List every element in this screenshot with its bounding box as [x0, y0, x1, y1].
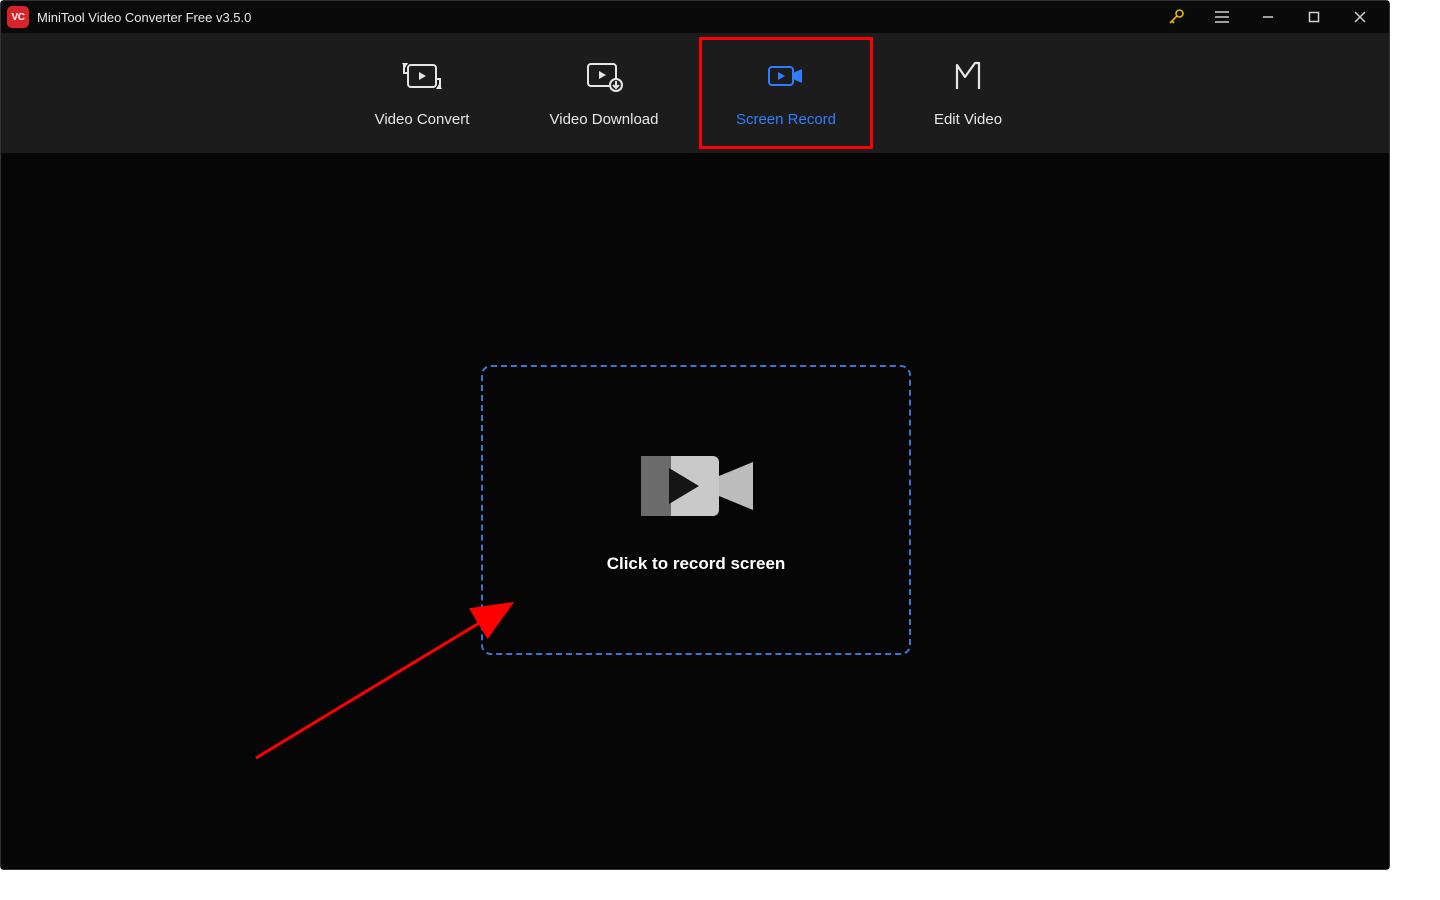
app-logo-text: VC	[12, 12, 25, 23]
record-cta-label: Click to record screen	[607, 554, 786, 574]
tab-label: Edit Video	[934, 111, 1002, 128]
maximize-icon	[1307, 10, 1321, 24]
record-icon	[766, 59, 806, 93]
menu-button[interactable]	[1199, 1, 1245, 33]
minimize-button[interactable]	[1245, 1, 1291, 33]
title-bar: VC MiniTool Video Converter Free v3.5.0	[1, 1, 1389, 33]
download-icon	[584, 59, 624, 93]
key-icon	[1166, 7, 1186, 27]
tab-edit-video[interactable]: Edit Video	[877, 33, 1059, 153]
close-button[interactable]	[1337, 1, 1383, 33]
camcorder-icon	[631, 446, 761, 526]
window-title: MiniTool Video Converter Free v3.5.0	[37, 10, 251, 25]
main-area: Click to record screen	[1, 153, 1389, 869]
tab-label: Video Download	[550, 111, 659, 128]
edit-icon	[951, 59, 985, 93]
license-key-button[interactable]	[1153, 1, 1199, 33]
tab-label: Video Convert	[375, 111, 470, 128]
hamburger-icon	[1213, 8, 1231, 26]
close-icon	[1353, 10, 1367, 24]
tab-screen-record[interactable]: Screen Record	[695, 33, 877, 153]
tab-video-download[interactable]: Video Download	[513, 33, 695, 153]
convert-icon	[402, 59, 442, 93]
tab-label: Screen Record	[736, 111, 836, 128]
app-window: VC MiniTool Video Converter Free v3.5.0	[0, 0, 1390, 870]
maximize-button[interactable]	[1291, 1, 1337, 33]
tab-video-convert[interactable]: Video Convert	[331, 33, 513, 153]
minimize-icon	[1261, 10, 1275, 24]
record-drop-zone[interactable]: Click to record screen	[481, 365, 911, 655]
main-tabs: Video Convert Video Download	[1, 33, 1389, 153]
app-logo-icon: VC	[7, 6, 29, 28]
